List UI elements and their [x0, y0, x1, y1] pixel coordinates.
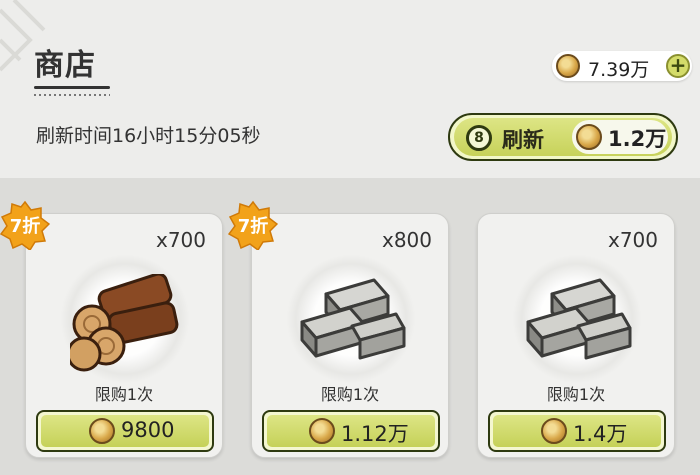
purchase-limit: 限购1次 — [320, 385, 380, 404]
item-quantity: x800 — [381, 228, 432, 252]
item-price: 1.4万 — [573, 422, 628, 446]
stone-blocks-icon — [300, 278, 406, 360]
shop-item-card[interactable]: x700 限购1次 9800 — [25, 213, 223, 458]
refresh-label: 刷新 — [502, 128, 544, 152]
buy-button[interactable]: 1.4万 — [488, 410, 666, 452]
currency-display: 7.39万 + — [552, 51, 692, 81]
item-quantity: x700 — [155, 228, 206, 252]
buy-button[interactable]: 9800 — [36, 410, 214, 452]
item-quantity: x700 — [607, 228, 658, 252]
discount-label: 7折 — [238, 215, 269, 237]
add-currency-button[interactable]: + — [666, 54, 690, 78]
item-price: 9800 — [121, 418, 175, 442]
item-price: 1.12万 — [341, 422, 409, 446]
title-underline — [34, 86, 110, 89]
buy-button-face: 9800 — [41, 415, 209, 447]
shop-item-card[interactable]: x800 限购1次 1.12万 — [251, 213, 449, 458]
refresh-cost: 1.2万 — [572, 120, 668, 154]
purchase-limit: 限购1次 — [546, 385, 606, 404]
purchase-limit: 限购1次 — [94, 385, 154, 404]
discount-badge-icon: 7折 — [228, 200, 278, 250]
stone-blocks-icon — [526, 278, 632, 360]
buy-button-face: 1.4万 — [493, 415, 661, 447]
coin-icon — [309, 418, 335, 444]
buy-button-face: 1.12万 — [267, 415, 435, 447]
wood-logs-icon — [70, 274, 179, 372]
coin-icon — [89, 418, 115, 444]
refresh-count-icon: 8 — [466, 125, 492, 151]
shop-item-card[interactable]: x700 限购1次 1.4万 — [477, 213, 675, 458]
coin-icon — [556, 54, 580, 78]
refresh-cost-value: 1.2万 — [608, 127, 667, 151]
title-dotted-line — [34, 94, 110, 96]
discount-badge-icon: 7折 — [0, 200, 50, 250]
page-title: 商店 — [34, 48, 96, 83]
buy-button[interactable]: 1.12万 — [262, 410, 440, 452]
coin-icon — [576, 124, 602, 150]
refresh-button-face: 8 刷新 1.2万 — [454, 118, 672, 156]
coin-icon — [541, 418, 567, 444]
currency-value: 7.39万 — [588, 59, 650, 81]
discount-label: 7折 — [10, 215, 41, 237]
refresh-timer: 刷新时间16小时15分05秒 — [36, 125, 261, 147]
refresh-button[interactable]: 8 刷新 1.2万 — [448, 113, 678, 161]
